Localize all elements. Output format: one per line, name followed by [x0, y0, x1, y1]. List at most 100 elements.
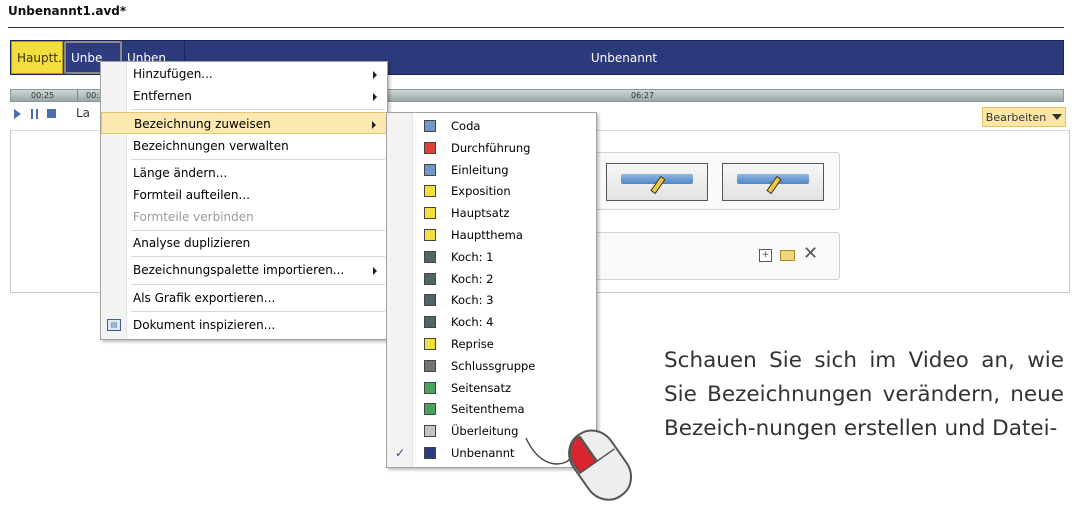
menu-item-label: Dokument inspizieren... — [133, 318, 276, 332]
label-item[interactable]: Reprise — [387, 333, 596, 355]
label-color-swatch — [424, 381, 436, 394]
label-item[interactable]: Hauptthema — [387, 224, 596, 246]
label-item[interactable]: ✓ Unbenannt — [387, 442, 596, 464]
menu-item-label: Formteile verbinden — [133, 210, 254, 224]
label-item-text: Koch: 4 — [451, 315, 494, 330]
color-pencil-tool-button[interactable] — [722, 163, 824, 201]
menu-item-label: Analyse duplizieren — [133, 236, 251, 250]
label-item[interactable]: Seitensatz — [387, 377, 596, 399]
label-item[interactable]: Überleitung — [387, 420, 596, 442]
label-item-text: Einleitung — [451, 162, 509, 177]
submenu-arrow-icon — [373, 267, 377, 275]
label-item[interactable]: Koch: 1 — [387, 246, 596, 268]
new-file-icon[interactable]: + — [759, 249, 772, 262]
label-item-text: Seitensatz — [451, 380, 512, 395]
pause-icon[interactable] — [31, 109, 38, 119]
label-item-text: Überleitung — [451, 424, 519, 439]
menu-item-label: Formteil aufteilen... — [133, 188, 250, 202]
row-label: La — [76, 106, 91, 120]
color-pencil-tool-button[interactable] — [606, 163, 708, 201]
label-color-swatch — [424, 185, 436, 198]
label-item-text: Koch: 3 — [451, 293, 494, 308]
close-icon[interactable]: ✕ — [803, 244, 818, 264]
label-color-swatch — [424, 229, 436, 241]
label-color-swatch — [424, 294, 436, 307]
label-item-text: Coda — [451, 119, 481, 133]
menu-item-palette-importieren[interactable]: Bezeichnungspalette importieren... — [101, 259, 387, 281]
menu-item-bezeichnungen-verwalten[interactable]: Bezeichnungen verwalten — [101, 135, 387, 157]
label-color-swatch — [424, 359, 436, 372]
menu-item-label: Entfernen — [133, 89, 192, 103]
label-item[interactable]: Coda — [387, 115, 596, 137]
menu-item-entfernen[interactable]: Entfernen — [101, 85, 387, 107]
document-title: Unbenannt1.avd* — [8, 4, 127, 18]
menu-separator — [131, 284, 385, 285]
label-item[interactable]: Hauptsatz — [387, 202, 596, 224]
label-item-text: Schlussgruppe — [451, 358, 536, 373]
edit-button[interactable]: Bearbeiten — [982, 107, 1066, 127]
label-item-text: Koch: 2 — [451, 271, 494, 286]
play-icon[interactable] — [14, 109, 21, 119]
label-item[interactable]: Koch: 3 — [387, 289, 596, 311]
menu-item-bezeichnung-zuweisen[interactable]: Bezeichnung zuweisen — [101, 112, 387, 134]
checkmark-icon: ✓ — [395, 446, 406, 460]
menu-item-formteile-verbinden: Formteile verbinden — [101, 206, 387, 228]
ruler-tick-label: 00:25 — [31, 91, 55, 100]
label-color-swatch — [424, 207, 436, 220]
label-color-swatch — [424, 403, 436, 416]
form-segment-hauptteil[interactable]: Hauptt... — [11, 41, 69, 74]
stop-icon[interactable] — [47, 109, 56, 118]
submenu-arrow-icon — [373, 93, 377, 101]
label-item[interactable]: Seitenthema — [387, 398, 596, 420]
edit-button-label: Bearbeiten — [985, 110, 1047, 124]
label-color-swatch — [424, 272, 436, 285]
title-divider — [8, 27, 1064, 28]
menu-separator — [131, 311, 385, 312]
submenu-arrow-icon — [372, 121, 376, 129]
menu-item-label: Länge ändern... — [133, 166, 228, 180]
label-color-swatch — [424, 120, 436, 132]
caption-text: Schauen Sie sich im Video an, wie Sie Be… — [664, 348, 1064, 441]
label-item[interactable]: Durchführung — [387, 137, 596, 159]
menu-item-hinzufuegen[interactable]: Hinzufügen... — [101, 63, 387, 85]
label-color-swatch — [424, 141, 436, 154]
label-color-swatch — [424, 338, 436, 350]
menu-item-dokument-inspizieren[interactable]: Dokument inspizieren... — [101, 314, 387, 336]
label-color-swatch — [424, 425, 436, 438]
label-item-text: Seitenthema — [451, 402, 525, 417]
label-submenu: Coda Durchführung Einleitung Exposition Haup… — [386, 112, 597, 468]
label-item[interactable]: Einleitung — [387, 159, 596, 181]
label-item-text: Hauptsatz — [451, 206, 510, 221]
label-item[interactable]: Koch: 2 — [387, 268, 596, 290]
menu-separator — [131, 109, 385, 110]
menu-separator — [131, 230, 385, 231]
label-item-text: Unbenannt — [451, 446, 515, 460]
label-color-swatch — [424, 163, 436, 176]
menu-item-label: Bezeichnungspalette importieren... — [133, 263, 345, 277]
label-color-swatch — [424, 447, 436, 459]
chevron-down-icon — [1052, 114, 1063, 120]
menu-item-formteil-aufteilen[interactable]: Formteil aufteilen... — [101, 184, 387, 206]
menu-item-label: Bezeichnung zuweisen — [134, 117, 271, 131]
inspect-document-icon: ▤ — [107, 319, 121, 331]
menu-item-label: Als Grafik exportieren... — [133, 291, 276, 305]
menu-item-analyse-duplizieren[interactable]: Analyse duplizieren — [101, 232, 387, 254]
ruler-divider — [77, 90, 78, 102]
label-item[interactable]: Exposition — [387, 180, 596, 202]
open-folder-icon[interactable] — [780, 250, 795, 261]
context-menu: Hinzufügen... Entfernen Bezeichnung zuwe… — [100, 61, 388, 340]
label-item-text: Reprise — [451, 337, 494, 351]
label-item[interactable]: Schlussgruppe — [387, 355, 596, 377]
label-item-text: Exposition — [451, 184, 511, 199]
ruler-tick-label: 06:27 — [631, 91, 655, 100]
menu-separator — [131, 256, 385, 257]
label-color-swatch — [424, 250, 436, 263]
label-item[interactable]: Koch: 4 — [387, 311, 596, 333]
menu-separator — [131, 159, 385, 160]
label-item-text: Koch: 1 — [451, 249, 494, 264]
menu-item-label: Bezeichnungen verwalten — [133, 139, 289, 153]
label-item-text: Durchführung — [451, 140, 531, 155]
menu-item-als-grafik-exportieren[interactable]: Als Grafik exportieren... — [101, 287, 387, 309]
label-item-text: Hauptthema — [451, 228, 523, 242]
menu-item-laenge-aendern[interactable]: Länge ändern... — [101, 162, 387, 184]
